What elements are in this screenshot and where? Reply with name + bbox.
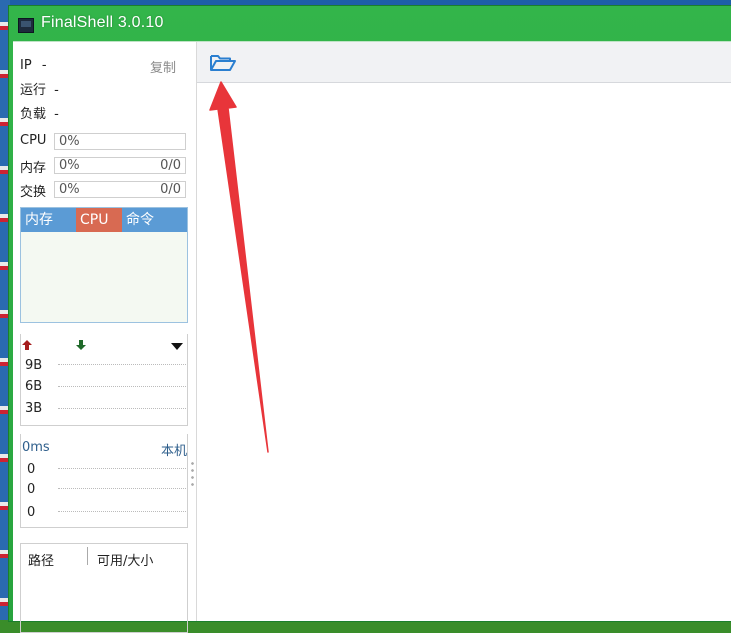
annotation-arrow [209,81,269,453]
